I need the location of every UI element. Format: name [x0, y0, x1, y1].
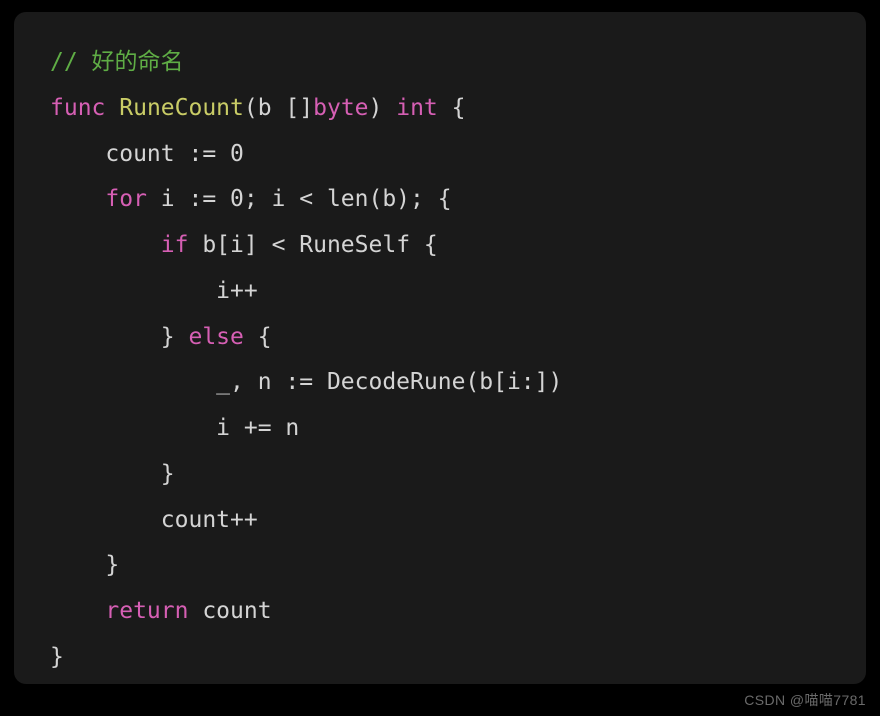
keyword-func: func: [50, 95, 105, 121]
code-line: count := 0: [50, 141, 244, 167]
code-block: // 好的命名 func RuneCount(b []byte) int { c…: [14, 12, 866, 684]
function-name: RuneCount: [119, 95, 244, 121]
code-line: }: [50, 552, 119, 578]
code-comment: // 好的命名: [50, 49, 184, 75]
code-line: }: [50, 644, 64, 670]
keyword-for: for: [105, 186, 147, 212]
type-int: int: [396, 95, 438, 121]
keyword-if: if: [161, 232, 189, 258]
type-byte: byte: [313, 95, 368, 121]
code-line: count++: [50, 507, 258, 533]
watermark-text: CSDN @喵喵7781: [744, 690, 866, 710]
keyword-return: return: [105, 598, 188, 624]
code-content: // 好的命名 func RuneCount(b []byte) int { c…: [50, 40, 830, 681]
keyword-else: else: [188, 324, 243, 350]
code-line: _, n := DecodeRune(b[i:]): [50, 369, 562, 395]
code-line: }: [50, 461, 175, 487]
code-line: i++: [50, 278, 258, 304]
code-line: i += n: [50, 415, 299, 441]
